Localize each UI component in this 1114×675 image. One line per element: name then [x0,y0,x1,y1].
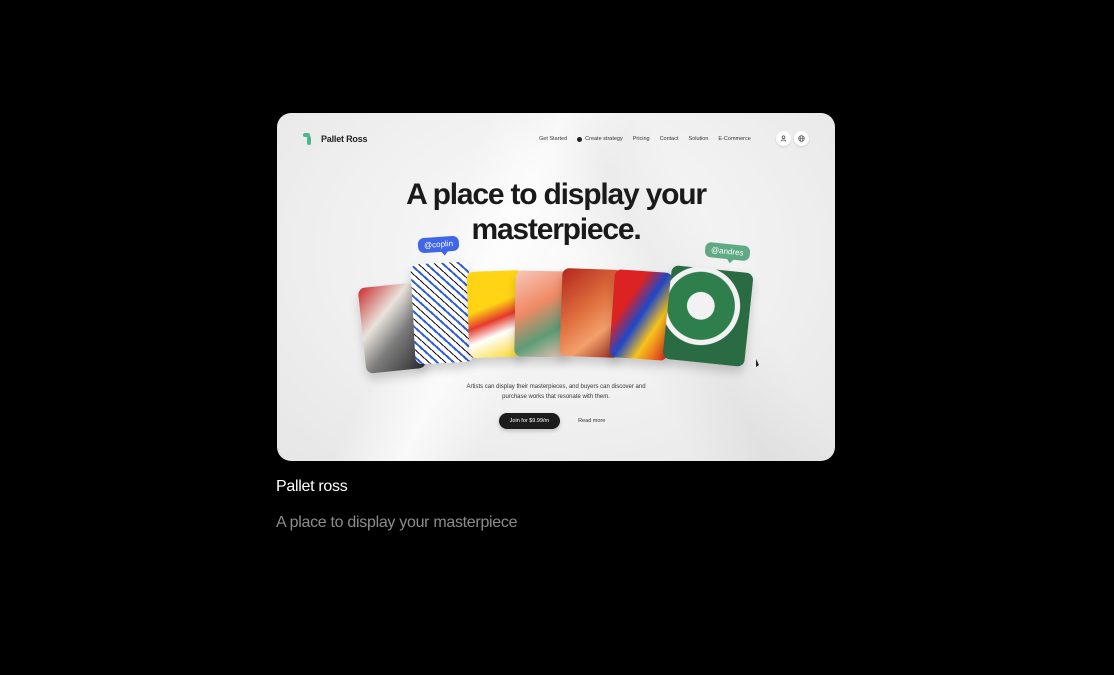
join-button[interactable]: Join for $9.99/m [498,413,561,429]
artist-tag-copin: @coplin [417,235,460,254]
nav-create-strategy[interactable]: Create strategy [577,136,623,142]
site-nav-menu: Get Started Create strategy Pricing Cont… [539,136,751,142]
user-icon[interactable] [776,131,791,146]
hero-description-line-1: Artists can display their masterpieces, … [466,384,646,390]
nav-solution[interactable]: Solution [689,136,709,142]
site-header: Pallet Ross Get Started Create strategy … [277,113,835,165]
hero-title: A place to display your masterpiece. [277,177,835,247]
hero-description-line-2: purchase works that resonate with them. [502,393,610,400]
strategy-icon [577,136,583,142]
site-logo[interactable]: Pallet Ross [303,133,368,145]
nav-create-strategy-label: Create strategy [585,136,623,142]
artwork-card[interactable] [662,264,754,368]
hero-title-line-2: masterpiece. [471,213,641,246]
logo-mark-icon [303,133,315,145]
project-subtitle: A place to display your masterpiece [276,514,518,531]
nav-e-commerce[interactable]: E-Commerce [718,136,750,142]
nav-get-started[interactable]: Get Started [539,136,567,142]
read-more-link[interactable]: Read more [570,413,613,429]
artwork-card[interactable] [410,261,474,365]
header-actions [776,131,809,146]
globe-icon[interactable] [794,131,809,146]
project-title: Pallet ross [276,478,348,495]
nav-pricing[interactable]: Pricing [633,136,650,142]
hero-cta-row: Join for $9.99/m Read more [277,413,835,429]
hero-description: Artists can display their masterpieces, … [277,383,835,402]
website-preview-card[interactable]: Pallet Ross Get Started Create strategy … [277,113,835,461]
hero-title-line-1: A place to display your [406,178,707,211]
mouse-cursor-icon [756,359,759,367]
nav-contact[interactable]: Contact [660,136,679,142]
logo-text: Pallet Ross [321,134,368,144]
